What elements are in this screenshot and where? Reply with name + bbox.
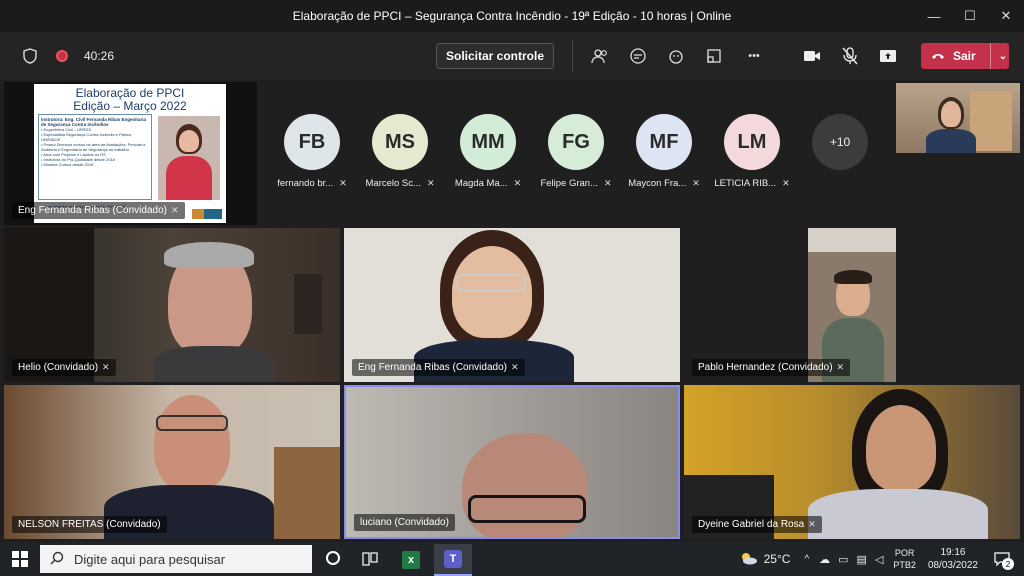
mic-off-icon: ✕	[782, 178, 790, 188]
name-tag: Helio (Convidado) ✕	[12, 359, 116, 376]
video-tile-active[interactable]: luciano (Convidado)	[344, 385, 680, 539]
divider	[989, 43, 991, 69]
meeting-stage: Elaboração de PPCI Edição – Março 2022 I…	[0, 80, 1024, 542]
maximize-button[interactable]: ☐	[952, 0, 988, 32]
participant-name-label: Felipe Gran...	[540, 178, 598, 189]
window-title: Elaboração de PPCI – Segurança Contra In…	[292, 9, 732, 23]
participant-name: Magda Ma... ✕	[446, 178, 530, 189]
camera-icon[interactable]	[796, 40, 828, 72]
participant-name: Felipe Gran... ✕	[534, 178, 618, 189]
search-placeholder: Digite aqui para pesquisar	[74, 551, 226, 567]
divider	[572, 40, 573, 72]
teams-icon[interactable]: T	[434, 544, 472, 576]
search-icon	[50, 551, 64, 568]
mic-off-icon: ✕	[692, 178, 700, 188]
participant-name: LETICIA RIB... ✕	[710, 178, 794, 189]
video-tile[interactable]: NELSON FREITAS (Convidado)	[4, 385, 340, 539]
excel-icon[interactable]: x	[396, 547, 426, 573]
slide-photo	[158, 116, 220, 200]
rooms-icon[interactable]	[698, 40, 730, 72]
windows-taskbar: Digite aqui para pesquisar x T 25°C ^ ☁ …	[0, 542, 1024, 576]
participant-name-label: LETICIA RIB...	[714, 178, 777, 189]
name-tag: Pablo Hernandez (Convidado) ✕	[692, 359, 851, 376]
weather-icon[interactable]	[738, 551, 758, 568]
participant-name-label: fernando br...	[277, 178, 334, 189]
slide-title: Elaboração de PPCI Edição – Março 2022	[73, 86, 187, 113]
participant-name-label: Marcelo Sc...	[365, 178, 421, 189]
participant-name-label: Magda Ma...	[454, 178, 508, 189]
clock-time: 19:16	[940, 547, 966, 558]
windows-start-icon[interactable]	[12, 551, 28, 572]
notifications-icon[interactable]: 2	[992, 548, 1014, 570]
meeting-timer: 40:26	[84, 49, 115, 63]
participant-name: fernando br... ✕	[270, 178, 354, 189]
participant-name: Marcelo Sc... ✕	[358, 178, 442, 189]
video-tile[interactable]: Helio (Convidado) ✕	[4, 228, 340, 382]
mic-off-icon: ✕	[808, 519, 816, 529]
mic-off-icon: ✕	[339, 178, 347, 188]
video-tile[interactable]: Pablo Hernandez (Convidado) ✕	[684, 228, 1020, 382]
slide-logo	[192, 209, 222, 219]
onedrive-icon[interactable]: ☁	[819, 553, 830, 566]
mic-off-icon: ✕	[102, 362, 110, 372]
video-tile[interactable]: Dyeine Gabriel da Rosa ✕	[684, 385, 1020, 539]
participant-avatar[interactable]: LM	[724, 114, 780, 170]
minimize-button[interactable]: —	[916, 0, 952, 32]
window-controls: — ☐ ✕	[916, 0, 1024, 32]
self-view-tile[interactable]	[896, 83, 1020, 153]
participant-name: Maycon Fra... ✕	[622, 178, 706, 189]
phone-hangup-icon	[931, 49, 945, 63]
clock-date: 08/03/2022	[927, 560, 978, 571]
name-tag: luciano (Convidado)	[354, 514, 455, 531]
task-view-icon[interactable]	[362, 551, 378, 572]
background-door	[970, 91, 1012, 151]
mic-off-icon: ✕	[170, 205, 179, 215]
name-tag: Eng Fernanda Ribas (Convidado) ✕	[352, 359, 525, 376]
weather-temp: 25°C	[763, 552, 791, 566]
participant-avatar[interactable]: MS	[372, 114, 428, 170]
recording-icon	[46, 40, 78, 72]
chevron-up-icon[interactable]: ^	[804, 554, 809, 565]
request-control-button[interactable]: Solicitar controle	[436, 43, 554, 69]
mic-off-icon: ✕	[836, 362, 845, 372]
volume-icon[interactable]: ◁	[875, 553, 883, 566]
more-participants-button[interactable]: +10	[812, 114, 868, 170]
reactions-icon[interactable]	[660, 40, 692, 72]
participant-avatar[interactable]: FB	[284, 114, 340, 170]
video-tile[interactable]: Eng Fernanda Ribas (Convidado) ✕	[344, 228, 680, 382]
system-tray: 25°C ^ ☁ ▭ ▤ ◁ POR PTB2 19:16 08/03/2022…	[738, 542, 1024, 576]
language-indicator[interactable]: POR PTB2	[893, 547, 916, 571]
shared-screen-tile[interactable]: Elaboração de PPCI Edição – Março 2022 I…	[4, 82, 257, 225]
close-window-button[interactable]: ✕	[988, 0, 1024, 32]
participants-icon[interactable]	[584, 40, 616, 72]
more-options-icon[interactable]: •••	[738, 40, 770, 72]
leave-button[interactable]: Sair ⌄	[921, 43, 1009, 69]
chevron-down-icon[interactable]: ⌄	[999, 51, 1007, 62]
taskbar-search-box[interactable]: Digite aqui para pesquisar	[40, 545, 312, 573]
mic-off-icon: ✕	[510, 362, 519, 372]
leave-label: Sair	[953, 49, 976, 63]
network-icon[interactable]: ▤	[857, 553, 867, 566]
meeting-toolbar: 40:26 Solicitar controle ••• Sair ⌄	[0, 32, 1024, 80]
notification-count: 2	[1002, 558, 1014, 570]
clock[interactable]: 19:16 08/03/2022	[928, 546, 978, 572]
slide-bio-box: Instrutora: Eng. Civil Fernanda Ribas En…	[38, 114, 152, 200]
share-screen-icon[interactable]	[872, 40, 904, 72]
mic-off-icon: ✕	[604, 178, 612, 188]
mic-off-icon[interactable]	[834, 40, 866, 72]
chat-icon[interactable]	[622, 40, 654, 72]
participant-avatar[interactable]: FG	[548, 114, 604, 170]
participant-avatar[interactable]: MM	[460, 114, 516, 170]
name-tag: Dyeine Gabriel da Rosa ✕	[692, 516, 822, 533]
window-title-bar: Elaboração de PPCI – Segurança Contra In…	[0, 0, 1024, 32]
shield-icon[interactable]	[14, 40, 46, 72]
cortana-icon[interactable]	[326, 551, 340, 565]
participant-name-label: Maycon Fra...	[628, 178, 687, 189]
name-tag: Eng Fernanda Ribas (Convidado) ✕	[12, 202, 185, 219]
participant-avatar[interactable]: MF	[636, 114, 692, 170]
name-tag: NELSON FREITAS (Convidado)	[12, 516, 167, 533]
battery-icon[interactable]: ▭	[838, 553, 848, 566]
mic-off-icon: ✕	[513, 178, 522, 188]
mic-off-icon: ✕	[426, 178, 435, 188]
